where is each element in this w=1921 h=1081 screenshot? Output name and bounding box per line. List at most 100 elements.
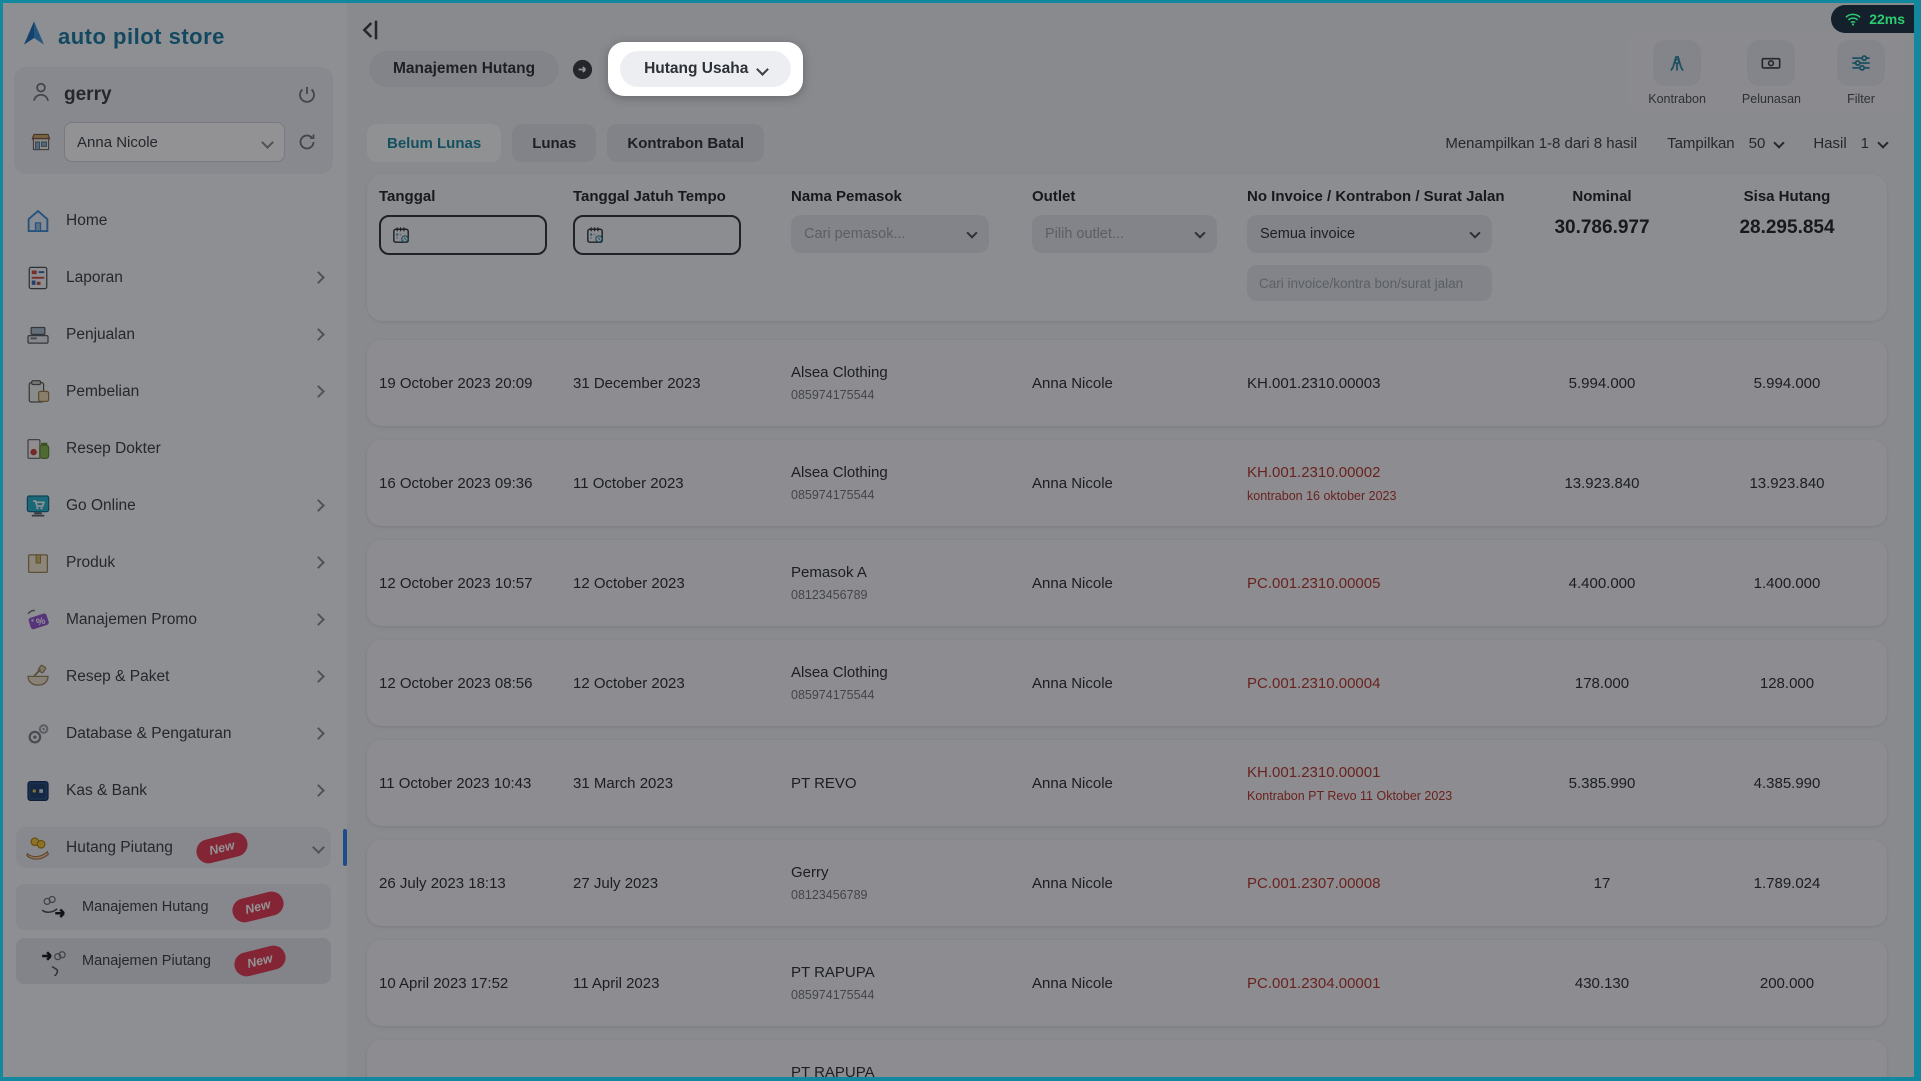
tanggal-date-input[interactable] [379,215,547,255]
sidebar-item-database-pengaturan[interactable]: Database & Pengaturan [16,713,331,754]
supplier-phone: 08123456789 [791,588,1032,602]
laporan-icon [22,262,53,293]
app-logo: auto pilot store [14,14,333,67]
tool-label: Pelunasan [1742,92,1801,106]
cell-nominal: 475.000 [1517,1075,1687,1081]
table-row[interactable]: 15 December 2022 15:5616 December 2022PT… [367,1040,1887,1081]
cell-invoice: KH.001.2310.00002kontrabon 16 oktober 20… [1247,464,1517,503]
invoice-link[interactable]: PC.001.2212.00002 [1247,1075,1380,1081]
supplier-name: Alsea Clothing [791,464,1032,481]
filter-button[interactable]: Filter [1837,40,1885,106]
chevron-right-icon [312,385,325,398]
user-name: gerry [64,84,285,106]
sisa-hutang-total: 28.295.854 [1687,217,1887,239]
sidebar-item-manajemen-promo[interactable]: %Manajemen Promo [16,599,331,640]
tab-lunas[interactable]: Lunas [512,124,596,162]
cell-tanggal: 10 April 2023 17:52 [379,975,573,992]
sidebar-item-kas-bank[interactable]: Kas & Bank [16,770,331,811]
invoice-link[interactable]: KH.001.2310.00002 [1247,464,1380,481]
app-root: auto pilot store gerry Anna Nicole Home L… [0,0,1921,1081]
chevron-down-icon [261,136,274,149]
new-badge: New [229,889,285,925]
cell-jatuh-tempo: 12 October 2023 [573,575,791,592]
cell-invoice: PC.001.2212.00002 [1247,1075,1517,1081]
refresh-button[interactable] [295,130,319,154]
pelunasan-button[interactable]: Pelunasan [1742,40,1801,106]
chevron-right-icon [312,271,325,284]
invoice-link[interactable]: KH.001.2310.00003 [1247,375,1380,392]
supplier-phone: 085974175544 [791,388,1032,402]
table-row[interactable]: 10 April 2023 17:5211 April 2023PT RAPUP… [367,940,1887,1026]
column-header-outlet: Outlet [1032,188,1247,205]
sidebar: auto pilot store gerry Anna Nicole Home L… [0,0,347,1081]
sidebar-item-penjualan[interactable]: Penjualan [16,314,331,355]
pemasok-select[interactable]: Cari pemasok... [791,215,989,253]
tool-label: Kontrabon [1648,92,1706,106]
page-size-dropdown[interactable]: 50 [1749,135,1784,152]
topbar: Manajemen Hutang Hutang Usaha 22ms Kontr… [347,0,1921,120]
cell-jatuh-tempo: 11 October 2023 [573,475,791,492]
invoice-search-input[interactable] [1247,265,1492,301]
kontrabon-button[interactable]: Kontrabon [1648,40,1706,106]
cell-nominal: 4.400.000 [1517,575,1687,592]
toolbar: Kontrabon Pelunasan Filter [1628,30,1905,114]
chevron-right-icon [312,727,325,740]
invoice-link[interactable]: PC.001.2310.00005 [1247,575,1380,592]
sidebar-item-label: Produk [66,554,115,572]
outlet-select[interactable]: Pilih outlet... [1032,215,1217,253]
tool-label: Filter [1847,92,1875,106]
sidebar-item-pembelian[interactable]: Pembelian [16,371,331,412]
sidebar-item-laporan[interactable]: Laporan [16,257,331,298]
cell-invoice: KH.001.2310.00003 [1247,375,1517,392]
sidebar-item-manajemen-piutang[interactable]: Manajemen PiutangNew [16,938,331,984]
sidebar-item-label: Pembelian [66,383,139,401]
cell-sisa-hutang: 475.000 [1687,1075,1887,1081]
sidebar-item-home[interactable]: Home [16,200,331,241]
tab-kontrabon-batal[interactable]: Kontrabon Batal [607,124,764,162]
cell-pemasok: Gerry08123456789 [791,864,1032,902]
chevron-right-icon [312,499,325,512]
chevron-right-icon [312,328,325,341]
table-row[interactable]: 19 October 2023 20:0931 December 2023Als… [367,340,1887,426]
invoice-link[interactable]: PC.001.2307.00008 [1247,875,1380,892]
table-row[interactable]: 16 October 2023 09:3611 October 2023Alse… [367,440,1887,526]
page-dropdown[interactable]: 1 [1861,135,1887,152]
table-row[interactable]: 12 October 2023 10:5712 October 2023Pema… [367,540,1887,626]
breadcrumb-hutang-usaha-dropdown[interactable]: Hutang Usaha [620,51,791,87]
sidebar-item-hutang-piutang[interactable]: Hutang PiutangNew [16,827,331,868]
supplier-name: PT REVO [791,775,1032,792]
table-row[interactable]: 26 July 2023 18:1327 July 2023Gerry08123… [367,840,1887,926]
store-select[interactable]: Anna Nicole [64,122,285,162]
kontrabon-note: Kontrabon PT Revo 11 Oktober 2023 [1247,789,1517,803]
logout-button[interactable] [295,83,319,107]
sidebar-item-manajemen-hutang[interactable]: Manajemen HutangNew [16,884,331,930]
resep-dokter-icon [22,433,53,464]
tab-belum-lunas[interactable]: Belum Lunas [367,124,501,162]
cell-jatuh-tempo: 27 July 2023 [573,875,791,892]
cell-invoice: PC.001.2310.00005 [1247,575,1517,592]
cell-sisa-hutang: 200.000 [1687,975,1887,992]
sidebar-item-resep-paket[interactable]: Resep & Paket [16,656,331,697]
go-online-icon [22,490,53,521]
breadcrumb-manajemen-hutang[interactable]: Manajemen Hutang [369,51,559,87]
penjualan-icon [22,319,53,350]
jatuh-tempo-date-input[interactable] [573,215,741,255]
invoice-link[interactable]: KH.001.2310.00001 [1247,764,1380,781]
pagination: Menampilkan 1-8 dari 8 hasil Tampilkan 5… [1445,135,1887,152]
cell-tanggal: 26 July 2023 18:13 [379,875,573,892]
produk-icon [22,547,53,578]
invoice-filter-select[interactable]: Semua invoice [1247,215,1492,253]
table-row[interactable]: 12 October 2023 08:5612 October 2023Alse… [367,640,1887,726]
sidebar-item-resep-dokter[interactable]: Resep Dokter [16,428,331,469]
sidebar-item-label: Laporan [66,269,123,287]
invoice-link[interactable]: PC.001.2304.00001 [1247,975,1380,992]
sidebar-item-produk[interactable]: Produk [16,542,331,583]
invoice-link[interactable]: PC.001.2310.00004 [1247,675,1380,692]
sidebar-item-go-online[interactable]: Go Online [16,485,331,526]
cell-sisa-hutang: 4.385.990 [1687,775,1887,792]
sidebar-item-label: Kas & Bank [66,782,147,800]
cell-pemasok: PT RAPUPA085974175544 [791,1064,1032,1081]
sidebar-item-label: Home [66,212,107,230]
table-row[interactable]: 11 October 2023 10:4331 March 2023PT REV… [367,740,1887,826]
cell-tanggal: 11 October 2023 10:43 [379,775,573,792]
